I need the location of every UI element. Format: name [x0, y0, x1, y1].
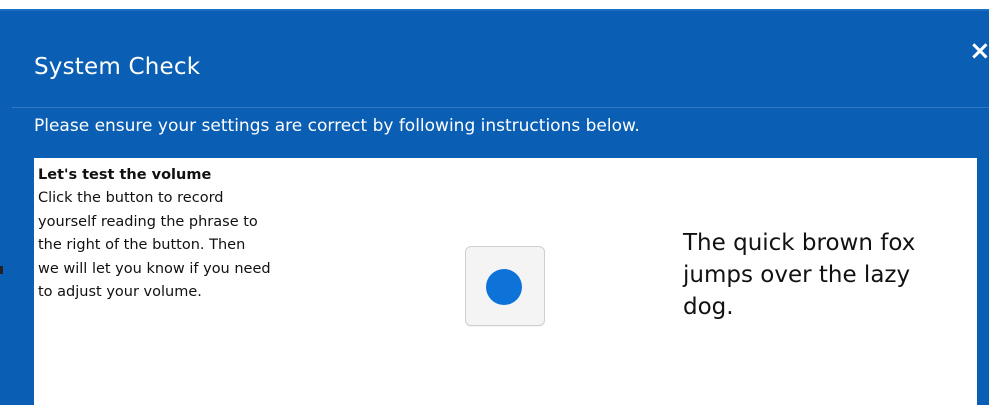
volume-test-description-line: Click the button to record [38, 190, 224, 207]
dialog-title: System Check [34, 54, 201, 80]
dialog-instructions: Please ensure your settings are correct … [34, 116, 640, 136]
volume-test-description-line: yourself reading the phrase to [38, 213, 258, 230]
header-divider [12, 107, 989, 108]
close-icon[interactable]: × [969, 38, 989, 64]
record-button[interactable] [465, 246, 545, 326]
volume-test-description-line: to adjust your volume. [38, 284, 202, 301]
record-icon [486, 269, 522, 305]
system-check-dialog: System Check × Please ensure your settin… [0, 9, 989, 410]
volume-test-heading: Let's test the volume [38, 167, 212, 183]
edge-marker [0, 266, 3, 274]
volume-test-help: Let's test the volume Click the button t… [38, 164, 338, 304]
volume-test-description-line: we will let you know if you need [38, 260, 271, 277]
volume-test-panel: Let's test the volume Click the button t… [34, 158, 977, 410]
test-phrase: The quick brown fox jumps over the lazy … [683, 230, 916, 320]
volume-test-description-line: the right of the button. Then [38, 237, 246, 254]
